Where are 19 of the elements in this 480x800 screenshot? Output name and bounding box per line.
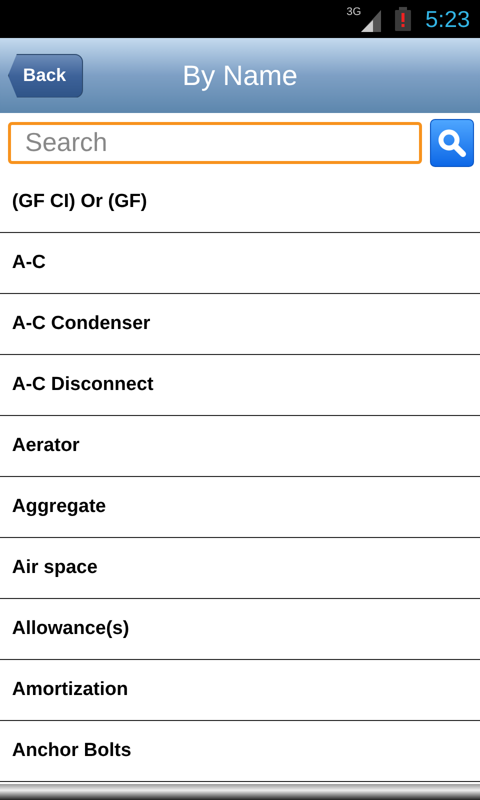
list-item[interactable]: Anchor Bolts: [0, 721, 480, 782]
list-item[interactable]: Air space: [0, 538, 480, 599]
list-item[interactable]: (GF CI) Or (GF): [0, 172, 480, 233]
list-item[interactable]: Allowance(s): [0, 599, 480, 660]
list-item[interactable]: A-C Disconnect: [0, 355, 480, 416]
network-type: 3G: [346, 6, 362, 18]
search-icon: [437, 128, 467, 158]
clock-time: 5:23: [425, 6, 470, 32]
list-item[interactable]: Aerator: [0, 416, 480, 477]
list-item[interactable]: A-C Condenser: [0, 294, 480, 355]
screen-title: By Name: [182, 60, 298, 92]
battery-alert-icon: [395, 7, 412, 31]
list-item[interactable]: A-C: [0, 233, 480, 294]
list-item[interactable]: Amortization: [0, 660, 480, 721]
back-button[interactable]: Back: [8, 54, 83, 98]
search-button[interactable]: [430, 118, 474, 166]
search-field[interactable]: Search: [8, 122, 422, 164]
signal-icon: [361, 10, 382, 32]
list-item[interactable]: Aggregate: [0, 477, 480, 538]
